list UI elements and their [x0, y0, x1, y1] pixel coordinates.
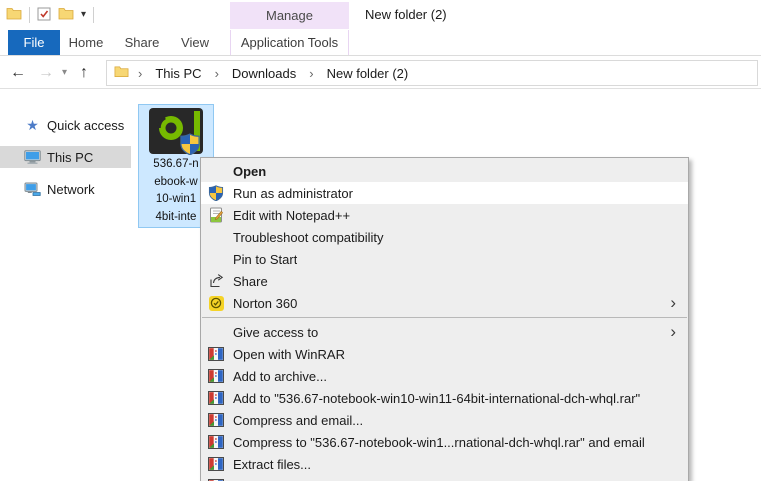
menu-icon-placeholder — [208, 229, 224, 245]
address-bar-row: ← → ▾ ↑ › This PC › Downloads › New folder (2… — [0, 56, 761, 89]
sidebar-item-label: This PC — [47, 149, 94, 165]
recent-locations-icon[interactable]: ▾ — [62, 56, 67, 89]
menu-item-compress-and-email[interactable]: Compress and email... — [201, 409, 688, 431]
menu-item-label: Compress and email... — [233, 412, 364, 428]
menu-item-run-as-administrator[interactable]: Run as administrator — [201, 182, 688, 204]
network-icon — [24, 182, 41, 196]
menu-item-troubleshoot-compatibility[interactable]: Troubleshoot compatibility — [201, 226, 688, 248]
ribbon-tab-row: File Home Share View Application Tools — [0, 30, 761, 56]
explorer-window: ▾ Manage New folder (2) File Home Share Vie… — [0, 0, 761, 481]
ribbon-tab-file[interactable]: File — [8, 30, 60, 55]
back-button[interactable]: ← — [10, 56, 26, 89]
menu-item-open-with-winrar[interactable]: Open with WinRAR — [201, 343, 688, 365]
menu-item-share[interactable]: Share — [201, 270, 688, 292]
folder-icon[interactable] — [6, 7, 22, 23]
sidebar-item-quick-access[interactable]: ★ Quick access — [0, 114, 131, 136]
menu-item-label: Troubleshoot compatibility — [233, 229, 384, 245]
breadcrumb-item[interactable]: This PC — [155, 66, 201, 81]
sidebar-item-this-pc[interactable]: This PC — [0, 146, 131, 168]
qat-dropdown-icon[interactable]: ▾ — [81, 10, 86, 20]
menu-item-pin-to-start[interactable]: Pin to Start — [201, 248, 688, 270]
ribbon-tab-application-tools[interactable]: Application Tools — [230, 30, 349, 55]
submenu-arrow-icon: › — [670, 293, 676, 312]
menu-item-label: Open — [233, 163, 267, 179]
sidebar-item-label: Network — [47, 181, 95, 197]
menu-item-label: Add to "536.67-notebook-win10-win11-64bi… — [233, 390, 641, 406]
menu-item-extract-files[interactable]: Extract files... — [201, 453, 688, 475]
uac-shield-icon — [208, 185, 224, 201]
menu-item-label: Open with WinRAR — [233, 346, 345, 362]
window-title: New folder (2) — [365, 7, 447, 22]
breadcrumb-item[interactable]: New folder (2) — [327, 66, 409, 81]
winrar-icon — [208, 368, 224, 384]
location-folder-icon — [114, 65, 129, 81]
this-pc-monitor-icon — [24, 150, 41, 164]
notepad-plus-icon — [208, 207, 224, 223]
menu-icon-placeholder — [208, 251, 224, 267]
menu-icon-placeholder — [208, 324, 224, 340]
breadcrumb-separator-icon[interactable]: › — [309, 66, 313, 81]
address-box[interactable]: › This PC › Downloads › New folder (2) — [106, 60, 758, 86]
menu-item-label: Share — [233, 273, 268, 289]
submenu-arrow-icon: › — [670, 322, 676, 341]
ribbon-tab-view[interactable]: View — [172, 30, 218, 55]
menu-item-label: Compress to "536.67-notebook-win1...rnat… — [233, 434, 645, 450]
menu-item-add-to-536-67-notebook-win10-win11-64bit[interactable]: Add to "536.67-notebook-win10-win11-64bi… — [201, 387, 688, 409]
menu-item-open[interactable]: Open — [201, 160, 688, 182]
sidebar-item-label: Quick access — [47, 117, 125, 133]
norton-icon — [208, 295, 224, 311]
quick-access-toolbar: ▾ — [6, 5, 95, 25]
properties-check-icon[interactable] — [37, 7, 51, 24]
menu-item-partial-item[interactable] — [201, 475, 688, 481]
menu-item-label: Give access to — [233, 324, 319, 340]
breadcrumb-separator-icon[interactable]: › — [215, 66, 219, 81]
ribbon-tab-share[interactable]: Share — [118, 30, 166, 55]
menu-item-compress-to-536-67-notebook-win1-rnation[interactable]: Compress to "536.67-notebook-win1...rnat… — [201, 431, 688, 453]
menu-item-label: Norton 360 — [233, 295, 298, 311]
menu-item-label: Edit with Notepad++ — [233, 207, 351, 223]
menu-item-label: Pin to Start — [233, 251, 298, 267]
breadcrumb: › This PC › Downloads › New folder (2) — [138, 66, 408, 81]
folder-icon[interactable] — [58, 7, 74, 23]
winrar-icon — [208, 456, 224, 472]
toolbar-divider — [93, 7, 95, 23]
ribbon-tab-home[interactable]: Home — [62, 30, 110, 55]
quick-access-star-icon: ★ — [26, 117, 39, 133]
winrar-icon — [208, 346, 224, 362]
menu-item-label: Add to archive... — [233, 368, 327, 384]
menu-item-add-to-archive[interactable]: Add to archive... — [201, 365, 688, 387]
breadcrumb-item[interactable]: Downloads — [232, 66, 296, 81]
up-button[interactable]: ↑ — [80, 56, 88, 89]
winrar-icon — [208, 390, 224, 406]
forward-button[interactable]: → — [38, 56, 54, 89]
title-bar: ▾ Manage New folder (2) — [0, 0, 761, 30]
menu-item-label: Run as administrator — [233, 185, 353, 201]
context-menu: Open Run as administrator Edit with Notepa… — [200, 157, 689, 481]
toolbar-divider — [29, 7, 30, 23]
menu-item-norton-360[interactable]: Norton 360 › — [201, 292, 688, 314]
uac-shield-badge-icon — [180, 133, 200, 155]
menu-item-edit-with-notepad[interactable]: Edit with Notepad++ — [201, 204, 688, 226]
menu-separator — [202, 317, 687, 318]
sidebar-item-network[interactable]: Network — [0, 178, 131, 200]
contextual-tab-manage[interactable]: Manage — [230, 2, 349, 29]
menu-item-give-access-to[interactable]: Give access to › — [201, 321, 688, 343]
share-icon — [208, 273, 224, 289]
menu-item-label: Extract files... — [233, 456, 312, 472]
menu-icon-placeholder — [208, 163, 224, 179]
breadcrumb-separator-icon[interactable]: › — [138, 66, 142, 81]
winrar-icon — [208, 434, 224, 450]
winrar-icon — [208, 412, 224, 428]
